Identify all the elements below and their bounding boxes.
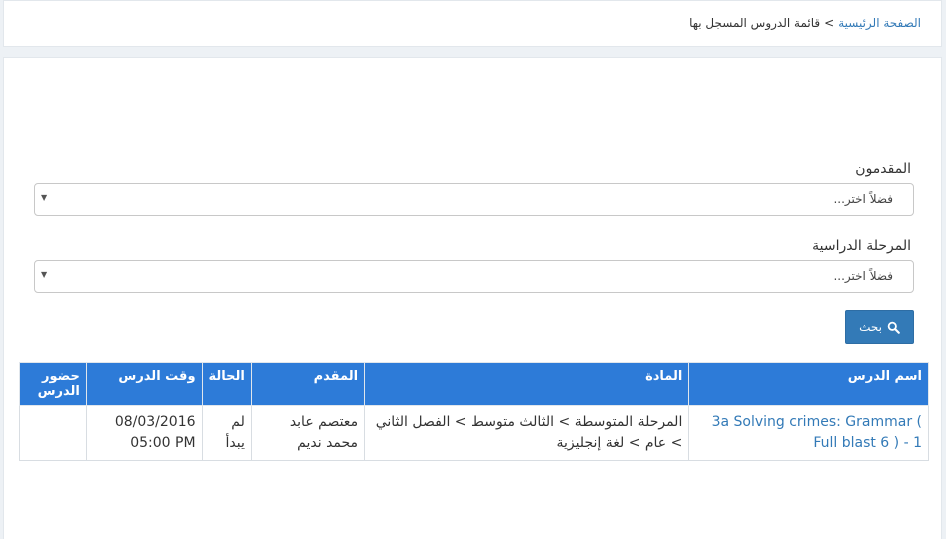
lesson-name-link[interactable]: 3a Solving crimes: Grammar ( Full blast … — [695, 412, 922, 454]
header-lesson-time: وقت الدرس — [85, 362, 203, 406]
stage-select[interactable]: فضلاً اختر... ▼ — [34, 260, 914, 293]
table-header-row: اسم الدرس المادة المقدم الحالة وقت الدرس… — [19, 362, 929, 406]
cell-subject: المرحلة المتوسطة > الثالث متوسط > الفصل … — [364, 405, 690, 461]
header-subject: المادة — [364, 362, 690, 406]
table-row: 3a Solving crimes: Grammar ( Full blast … — [19, 405, 929, 461]
search-button[interactable]: بحث — [845, 310, 914, 344]
dropdown-arrow-icon: ▼ — [41, 270, 48, 279]
breadcrumb-home-link[interactable]: الصفحة الرئيسية — [838, 16, 921, 30]
main-panel: المقدمون فضلاً اختر... ▼ المرحلة الدراسي… — [3, 57, 942, 539]
breadcrumb-separator: > — [824, 16, 835, 30]
cell-lesson-name: 3a Solving crimes: Grammar ( Full blast … — [688, 405, 929, 461]
search-button-label: بحث — [859, 320, 882, 334]
breadcrumb-current: قائمة الدروس المسجل بها — [689, 16, 821, 30]
breadcrumb: الصفحة الرئيسية>قائمة الدروس المسجل بها — [689, 16, 921, 30]
stage-select-placeholder: فضلاً اختر... — [833, 269, 893, 283]
lessons-table: اسم الدرس المادة المقدم الحالة وقت الدرس… — [19, 362, 929, 461]
search-icon — [887, 321, 900, 334]
header-attendance: حضور الدرس — [19, 362, 87, 406]
presenters-select-placeholder: فضلاً اختر... — [833, 192, 893, 206]
breadcrumb-panel: الصفحة الرئيسية>قائمة الدروس المسجل بها — [3, 0, 942, 47]
cell-status: لم يبدأ — [201, 405, 252, 461]
cell-attendance — [19, 405, 87, 461]
presenters-select[interactable]: فضلاً اختر... ▼ — [34, 183, 914, 216]
header-status: الحالة — [201, 362, 252, 406]
header-lesson-name: اسم الدرس — [688, 362, 929, 406]
presenters-label: المقدمون — [855, 161, 911, 177]
cell-lesson-time: 08/03/2016 05:00 PM — [85, 405, 203, 461]
dropdown-arrow-icon: ▼ — [41, 193, 48, 202]
stage-label: المرحلة الدراسية — [812, 238, 911, 254]
header-presenter: المقدم — [250, 362, 366, 406]
cell-presenter: معتصم عابد محمد نديم — [250, 405, 366, 461]
lesson-time-value: 08/03/2016 05:00 PM — [114, 414, 196, 451]
